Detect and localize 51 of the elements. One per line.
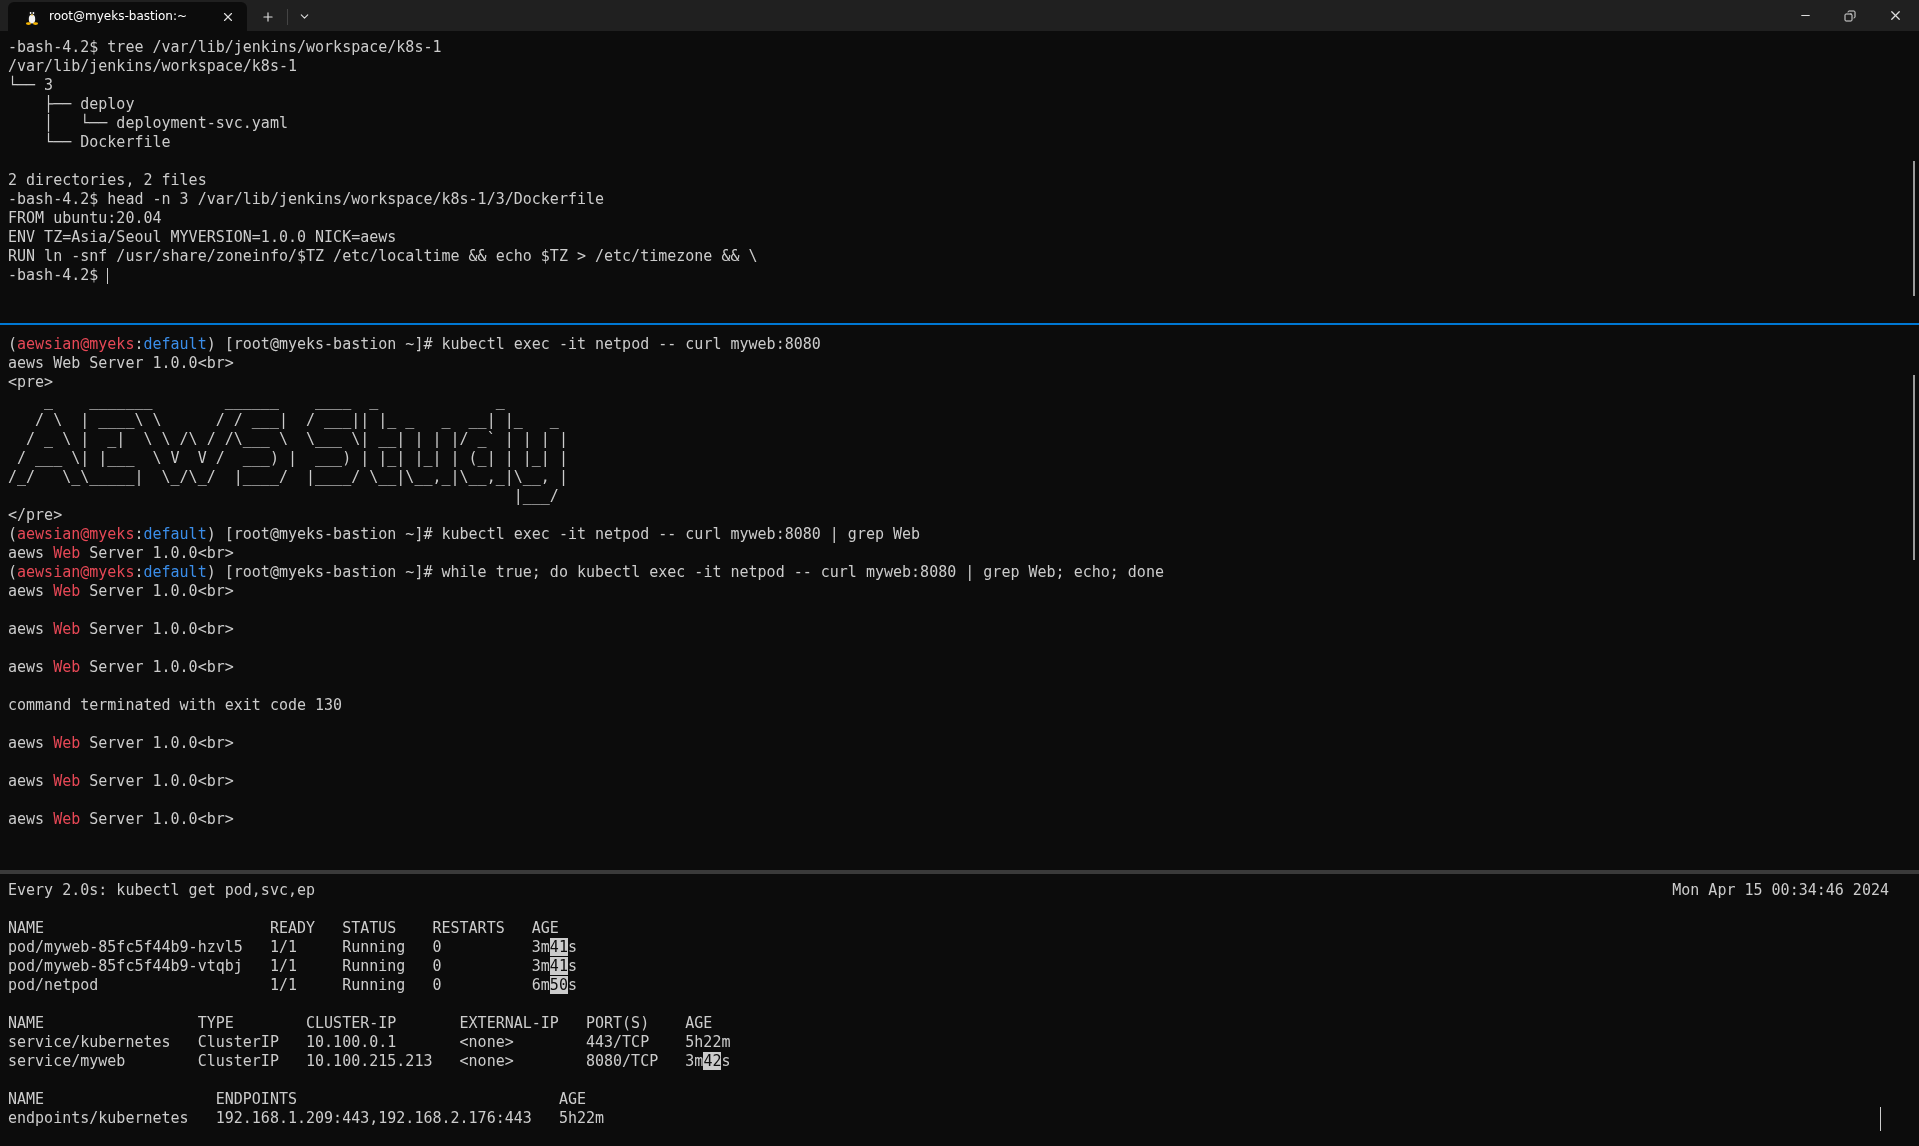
timestamp: Mon Apr 15 00:34:46 2024	[1672, 881, 1889, 900]
terminal-line: aews Web Server 1.0.0<br>	[8, 544, 234, 563]
terminal-line: <pre>	[8, 373, 54, 392]
terminal-line: / _ \ | _| \ \ /\ / /\___ \ \___ \| __| | | |/ _` | | | |	[25, 430, 568, 449]
terminal-line: |___/	[512, 487, 559, 506]
scrollbar[interactable]	[1913, 161, 1915, 296]
terminal-line: (aewsian@myeks:default) [root@myeks-bastion ~]# while true; do kubectl exec -it netpod -- curl myweb:8080 | grep Web; echo; done	[8, 563, 1164, 582]
terminal-line: pod/myweb-85fc5f44b9-vtqbj 1/1 Running 0 3m41s	[8, 957, 577, 976]
terminal-line: command terminated with exit code 130	[8, 696, 343, 715]
terminal-line: aews Web Server 1.0.0<br>	[8, 582, 234, 601]
terminal-line: _ _______ ______ ____ _ _	[43, 392, 505, 411]
terminal-line: ENV TZ=Asia/Seoul MYVERSION=1.0.0 NICK=aews	[8, 228, 397, 247]
terminal-line: / ___ \| |___ \ V V / ___) | ___) | |_| |_| | (_| | |_| |	[16, 449, 568, 468]
new-tab-icon[interactable]	[261, 9, 275, 24]
close-icon[interactable]	[1888, 8, 1903, 23]
terminal-line: ├── deploy	[43, 95, 135, 114]
scrollbar[interactable]	[1880, 1107, 1881, 1131]
terminal-line: (aewsian@myeks:default) [root@myeks-bastion ~]# kubectl exec -it netpod -- curl myweb:8080 | grep Web	[8, 525, 921, 544]
text-cursor	[107, 267, 109, 284]
terminal-line: -bash-4.2$ tree /var/lib/jenkins/workspace/k8s-1	[8, 38, 442, 57]
terminal-line: /var/lib/jenkins/workspace/k8s-1	[8, 57, 297, 76]
watch-command: Every 2.0s: kubectl get pod,svc,ep	[8, 881, 316, 900]
terminal-line: pod/netpod 1/1 Running 0 6m50s	[8, 976, 577, 995]
terminal-line: NAME ENDPOINTS AGE	[8, 1090, 586, 1109]
terminal-line: /_/ \_\_____| \_/\_/ |____/ |____/ \__|\__,_|\__,_|\__, |	[8, 468, 568, 487]
terminal-line: aews Web Server 1.0.0<br>	[8, 620, 234, 639]
terminal-line: 2 directories, 2 files	[8, 171, 207, 190]
terminal-line: aews Web Server 1.0.0<br>	[8, 354, 234, 373]
terminal-line: aews Web Server 1.0.0<br>	[8, 734, 234, 753]
restore-icon[interactable]	[1844, 9, 1856, 22]
terminal-line: service/myweb ClusterIP 10.100.215.213 <none> 8080/TCP 3m42s	[8, 1052, 731, 1071]
terminal-line: aews Web Server 1.0.0<br>	[8, 772, 234, 791]
terminal-tab[interactable]: root@myeks-bastion:~	[8, 2, 247, 31]
terminal-line: │ └── deployment-svc.yaml	[43, 114, 288, 133]
terminal-line: pod/myweb-85fc5f44b9-hzvl5 1/1 Running 0 3m41s	[8, 938, 577, 957]
terminal-line: aews Web Server 1.0.0<br>	[8, 658, 234, 677]
terminal-line: └── Dockerfile	[43, 133, 171, 152]
terminal-line: service/kubernetes ClusterIP 10.100.0.1 <none> 443/TCP 5h22m	[8, 1033, 731, 1052]
terminal-line: NAME READY STATUS RESTARTS AGE	[8, 919, 559, 938]
terminal-line: -bash-4.2$ head -n 3 /var/lib/jenkins/workspace/k8s-1/3/Dockerfile	[8, 190, 605, 209]
terminal-line: endpoints/kubernetes 192.168.1.209:443,192.168.2.176:443 5h22m	[8, 1109, 605, 1128]
terminal-line: -bash-4.2$	[8, 266, 100, 285]
terminal-line: / \ | ____\ \ / / ___| / ___|| |_ _ _ __| |_ _	[34, 411, 559, 430]
terminal-line: RUN ln -snf /usr/share/zoneinfo/$TZ /etc/localtime && echo $TZ > /etc/timezone && \	[8, 247, 758, 266]
terminal-line: (aewsian@myeks:default) [root@myeks-bastion ~]# kubectl exec -it netpod -- curl myweb:8080	[8, 335, 821, 354]
terminal-line: FROM ubuntu:20.04	[8, 209, 162, 228]
terminal-line: aews Web Server 1.0.0<br>	[8, 810, 234, 829]
terminal-line: NAME TYPE CLUSTER-IP EXTERNAL-IP PORT(S) AGE	[8, 1014, 713, 1033]
scrollbar[interactable]	[1913, 375, 1915, 560]
terminal-line: └── 3	[8, 76, 54, 95]
terminal-line: </pre>	[8, 506, 63, 525]
